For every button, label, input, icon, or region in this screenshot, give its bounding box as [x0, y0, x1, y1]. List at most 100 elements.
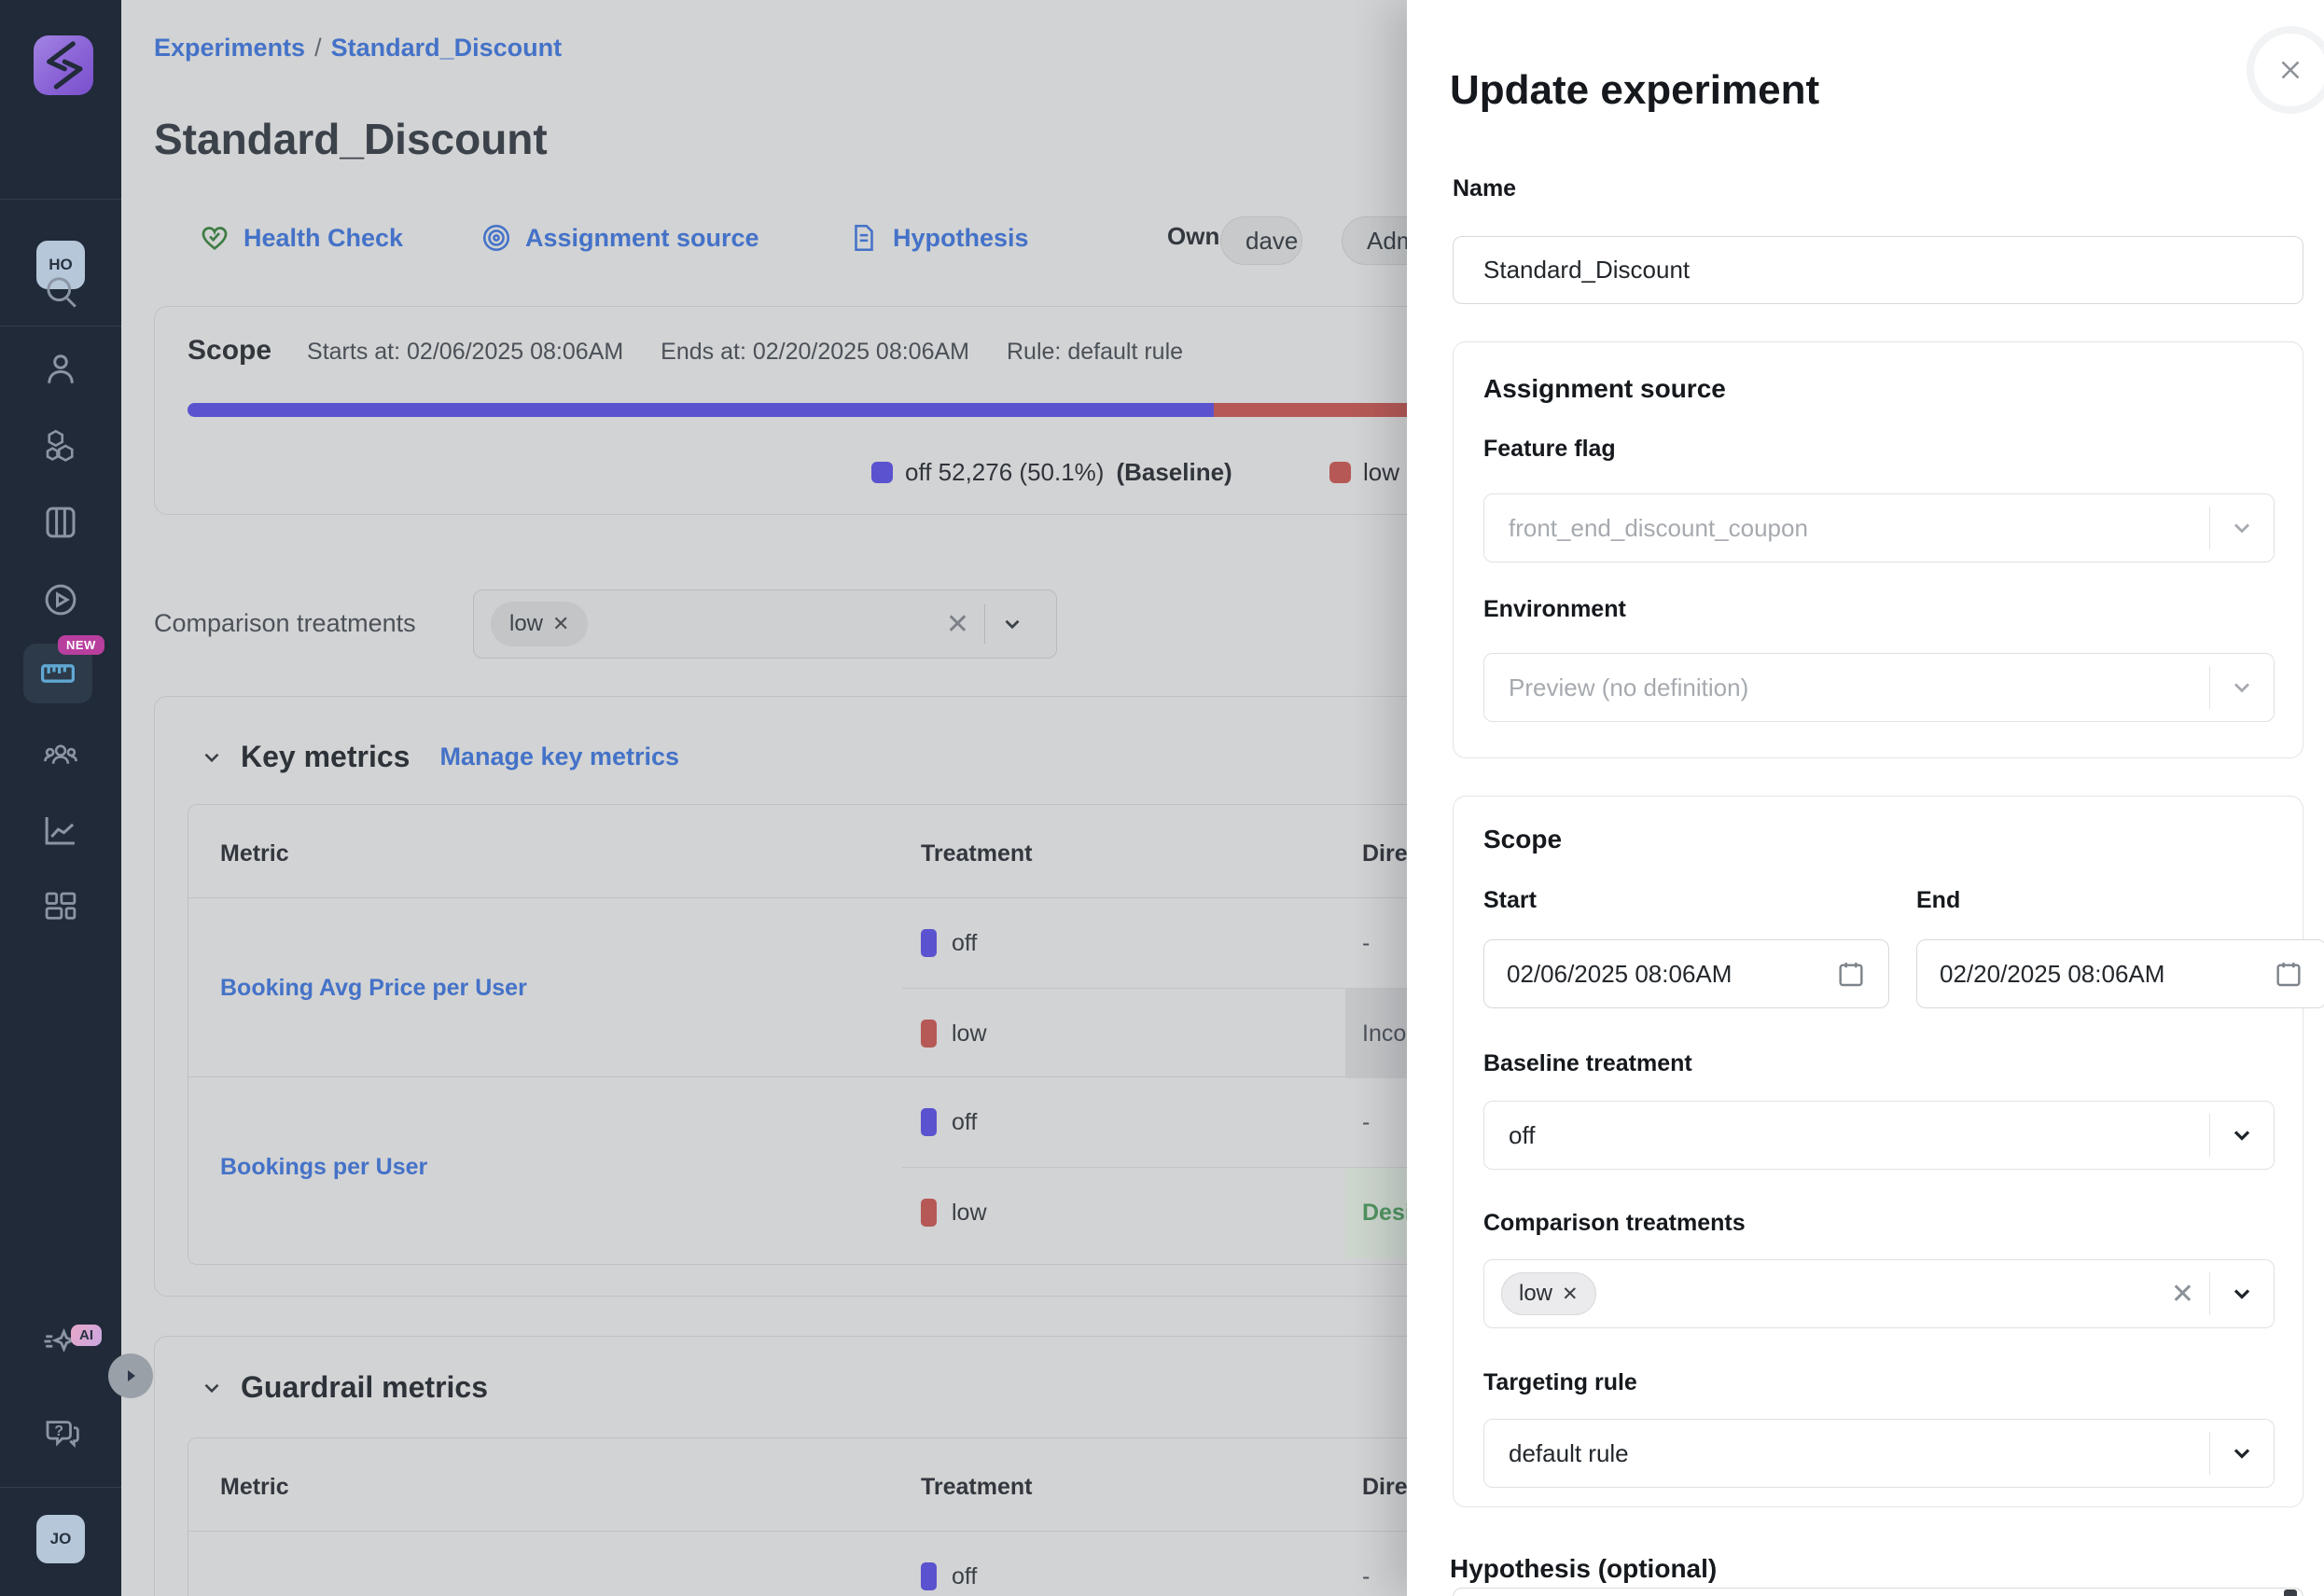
feature-flag-select[interactable]: front_end_discount_coupon: [1483, 493, 2275, 562]
chevron-down-icon[interactable]: [2210, 1122, 2274, 1148]
chevron-down-icon[interactable]: [2210, 1281, 2274, 1307]
baseline-treatment-label: Baseline treatment: [1483, 1050, 1692, 1077]
end-label: End: [1916, 887, 1960, 914]
hypothesis-link[interactable]: Hypothesis: [848, 222, 1029, 254]
chip-remove-icon[interactable]: ✕: [1562, 1283, 1579, 1306]
calendar-icon[interactable]: [2274, 959, 2303, 989]
legend-low: low: [1329, 458, 1399, 487]
chevron-down-icon[interactable]: [2210, 1440, 2274, 1466]
scope-rule: Rule: default rule: [1007, 339, 1183, 366]
breadcrumb-current-link[interactable]: Standard_Discount: [331, 34, 563, 62]
col-direction: Direction: [1362, 1474, 1407, 1501]
calendar-icon[interactable]: [1836, 959, 1866, 989]
search-icon[interactable]: [38, 269, 83, 313]
col-metric: Metric: [220, 840, 289, 867]
treatment-swatch-off: [921, 1108, 937, 1136]
document-icon: [848, 222, 880, 254]
segments-icon[interactable]: [38, 423, 83, 468]
end-date-input[interactable]: 02/20/2025 08:06AM: [1916, 939, 2324, 1008]
targeting-rule-select[interactable]: default rule: [1483, 1419, 2275, 1488]
expand-panel-handle[interactable]: [108, 1353, 153, 1398]
legend-off-baseline: off 52,276 (50.1%) (Baseline): [871, 458, 1232, 487]
arrow-right-icon: [123, 1368, 138, 1383]
table-row: Booking Avg Price per User off - low Inc…: [188, 898, 1407, 1077]
scope-ends-at: Ends at: 02/20/2025 08:06AM: [661, 339, 969, 366]
direction-cell-desired: Desired: [1345, 1168, 1407, 1257]
new-badge: NEW: [58, 635, 104, 655]
chat-help-icon[interactable]: ?: [38, 1410, 83, 1455]
select-clear-icon[interactable]: ✕: [2156, 1278, 2209, 1311]
guardrail-metrics-card: Guardrail metrics Metric Treatment Direc…: [154, 1336, 1407, 1596]
treatment-swatch-low: [921, 1199, 937, 1227]
textarea-scroll-thumb: [2284, 1589, 2297, 1596]
main-content: Experiments/Standard_Discount Standard_D…: [121, 0, 1407, 1596]
environment-label: Environment: [1483, 596, 1626, 623]
scope-card-title: Scope: [188, 335, 271, 367]
key-metrics-title: Key metrics: [241, 740, 410, 774]
ai-badge: AI: [71, 1325, 102, 1346]
drawer-title: Update experiment: [1450, 67, 1819, 114]
table-row: Average Purchasing Revenue per Night off…: [188, 1532, 1407, 1596]
table-row: Bookings per User off - low Desired: [188, 1077, 1407, 1256]
assignment-source-title: Assignment source: [1483, 374, 1726, 404]
baseline-treatment-select[interactable]: off: [1483, 1101, 2275, 1170]
col-treatment: Treatment: [921, 1474, 1032, 1501]
assignment-source-link[interactable]: Assignment source: [480, 222, 759, 254]
bar-segment-off: [188, 403, 1214, 417]
treatment-chip-low[interactable]: low ✕: [491, 602, 588, 646]
manage-key-metrics-link[interactable]: Manage key metrics: [439, 742, 679, 771]
dashboard-icon[interactable]: [38, 884, 83, 929]
comparison-treatments-select[interactable]: low ✕ ✕: [1483, 1259, 2275, 1328]
scope-progress-bar: [188, 403, 1407, 417]
chevron-down-icon[interactable]: [985, 612, 1039, 636]
scope-summary-card: Scope Starts at: 02/06/2025 08:06AM Ends…: [154, 306, 1407, 515]
hypothesis-label: Hypothesis (optional): [1450, 1554, 1717, 1584]
ruler-icon: [39, 657, 77, 690]
targeting-rule-label: Targeting rule: [1483, 1369, 1637, 1396]
name-input[interactable]: Standard_Discount: [1453, 236, 2303, 304]
heart-check-icon: [199, 222, 230, 254]
close-button[interactable]: [2247, 26, 2324, 114]
direction-cell: -: [1345, 1077, 1407, 1167]
health-check-link[interactable]: Health Check: [199, 222, 403, 254]
scope-title: Scope: [1483, 825, 1562, 854]
sidebar-divider: [0, 199, 121, 200]
owner-chip-dave[interactable]: dave: [1220, 216, 1302, 265]
direction-cell: -: [1345, 898, 1407, 988]
play-circle-icon[interactable]: [38, 577, 83, 622]
col-direction: Direction: [1362, 840, 1407, 867]
environment-select[interactable]: Preview (no definition): [1483, 653, 2275, 722]
chip-remove-icon[interactable]: ✕: [552, 612, 569, 636]
treatment-swatch-off: [921, 929, 937, 957]
page-title: Standard_Discount: [154, 114, 548, 164]
line-chart-icon[interactable]: [38, 808, 83, 853]
user-avatar[interactable]: JO: [36, 1515, 85, 1563]
hypothesis-textarea[interactable]: [1453, 1588, 2303, 1596]
collapse-chevron-icon[interactable]: [200, 745, 224, 770]
chevron-down-icon: [2210, 515, 2274, 541]
key-metrics-card: Key metrics Manage key metrics Metric Tr…: [154, 696, 1407, 1297]
guardrail-metrics-title: Guardrail metrics: [241, 1370, 488, 1405]
start-date-input[interactable]: 02/06/2025 08:06AM: [1483, 939, 1889, 1008]
columns-icon[interactable]: [38, 500, 83, 545]
key-metrics-table: Metric Treatment Direction Booking Avg P…: [188, 804, 1407, 1265]
select-clear-icon[interactable]: ✕: [931, 608, 984, 641]
name-label: Name: [1453, 175, 1516, 202]
statsig-logo[interactable]: [34, 35, 93, 95]
target-icon: [480, 222, 512, 254]
start-label: Start: [1483, 887, 1537, 914]
users-icon[interactable]: [38, 346, 83, 391]
owner-chip-admin[interactable]: Admin: [1342, 216, 1407, 265]
update-experiment-drawer: Update experiment Name Standard_Discount…: [1407, 0, 2324, 1596]
direction-cell-inconclusive: Inconclusive: [1345, 989, 1407, 1078]
legend-swatch-off: [871, 462, 893, 483]
collapse-chevron-icon[interactable]: [200, 1376, 224, 1400]
breadcrumb-separator: /: [305, 34, 331, 62]
comparison-treatments-select[interactable]: low ✕ ✕: [473, 590, 1057, 659]
treatment-swatch-low: [921, 1020, 937, 1048]
people-group-icon[interactable]: [38, 733, 83, 778]
treatment-chip-low[interactable]: low ✕: [1501, 1272, 1596, 1315]
sidebar-divider: [0, 1487, 121, 1488]
sidebar: HO NEW: [0, 0, 121, 1596]
breadcrumb-experiments-link[interactable]: Experiments: [154, 34, 305, 62]
